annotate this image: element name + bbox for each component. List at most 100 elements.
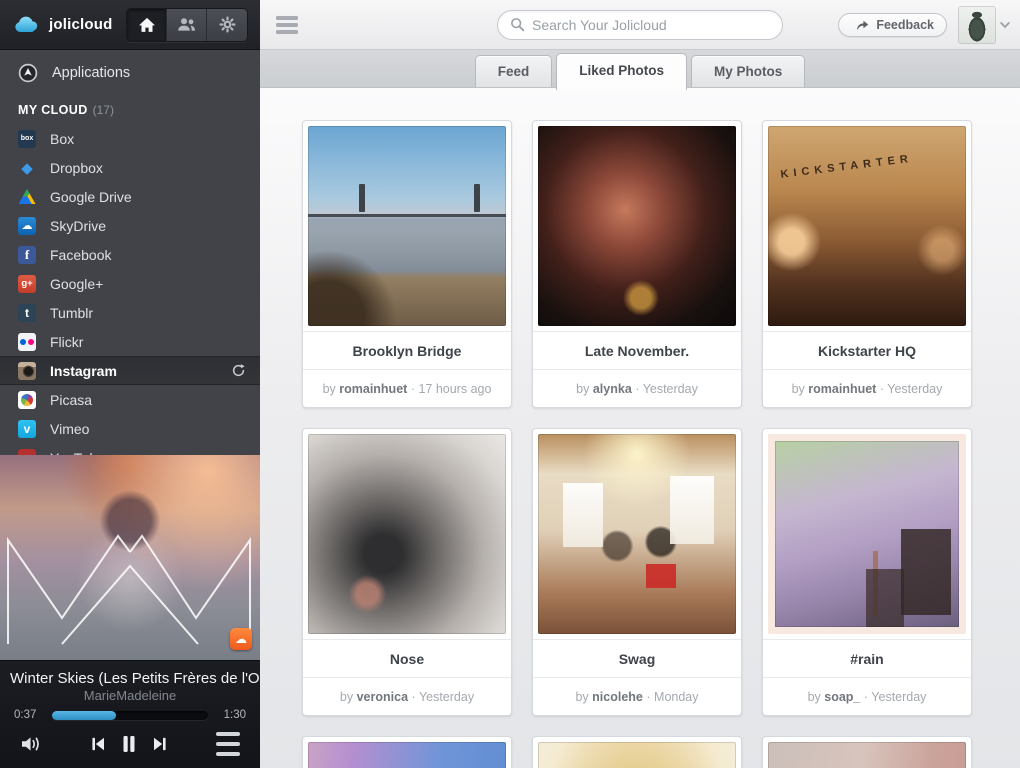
- settings-nav-button[interactable]: [207, 9, 247, 41]
- photo-time: Yesterday: [643, 382, 698, 396]
- seek-bar[interactable]: [52, 711, 208, 720]
- photo-card-partial[interactable]: [302, 736, 512, 768]
- sidebar-topbar: jolicloud: [0, 0, 260, 50]
- people-nav-button[interactable]: [167, 9, 207, 41]
- sidebar-item-picasa[interactable]: Picasa: [0, 385, 260, 414]
- photo-thumbnail: [768, 434, 966, 634]
- photo-row-1: Brooklyn Bridge by romainhuet · 17 hours…: [302, 120, 1020, 408]
- sidebar-item-instagram[interactable]: Instagram: [0, 356, 260, 385]
- photo-byline: by romainhuet · Yesterday: [763, 369, 971, 407]
- feedback-label: Feedback: [876, 18, 934, 32]
- home-nav-button[interactable]: [127, 9, 167, 41]
- sidebar-item-tumblr[interactable]: t Tumblr: [0, 298, 260, 327]
- sidebar-item-label: Google+: [50, 276, 103, 292]
- top-nav-group: [126, 8, 248, 42]
- next-button[interactable]: [152, 736, 168, 752]
- photo-time: Monday: [654, 690, 698, 704]
- feedback-button[interactable]: Feedback: [838, 13, 947, 37]
- sidebar-item-label: Tumblr: [50, 305, 93, 321]
- header-right: Feedback: [838, 7, 1020, 43]
- sidebar-item-label: Flickr: [50, 334, 83, 350]
- soundcloud-badge-icon[interactable]: ☁: [230, 628, 252, 650]
- sidebar-item-label: Facebook: [50, 247, 111, 263]
- bridge-art: [308, 214, 506, 217]
- main-area: Feedback Feed Liked Photos My Photos: [260, 0, 1020, 768]
- tab-liked-photos[interactable]: Liked Photos: [556, 53, 687, 90]
- sidebar-item-vimeo[interactable]: v Vimeo: [0, 414, 260, 443]
- seek-bar-fill: [52, 711, 116, 720]
- sidebar-item-label: Picasa: [50, 392, 92, 408]
- player-controls: [0, 721, 260, 759]
- search-bar: [497, 10, 783, 40]
- photo-card-late-november[interactable]: Late November. by alynka · Yesterday: [532, 120, 742, 408]
- sidebar-item-label: Google Drive: [50, 189, 132, 205]
- photo-time: 17 hours ago: [418, 382, 491, 396]
- skydrive-icon: ☁: [18, 217, 36, 235]
- photo-card-partial[interactable]: [762, 736, 972, 768]
- kickstarter-letters: KICKSTARTER: [780, 147, 958, 181]
- photo-byline: by romainhuet · 17 hours ago: [303, 369, 511, 407]
- search-icon: [510, 17, 525, 32]
- photo-card-brooklyn-bridge[interactable]: Brooklyn Bridge by romainhuet · 17 hours…: [302, 120, 512, 408]
- gear-icon: [219, 16, 236, 33]
- section-count: (17): [93, 103, 114, 117]
- photo-card-swag[interactable]: Swag by nicolehe · Monday: [532, 428, 742, 716]
- photo-card-kickstarter-hq[interactable]: KICKSTARTER Kickstarter HQ by romainhuet…: [762, 120, 972, 408]
- tab-my-photos[interactable]: My Photos: [691, 55, 805, 87]
- tab-strip: Feed Liked Photos My Photos: [260, 50, 1020, 88]
- google-drive-icon: [18, 188, 36, 206]
- chevron-down-icon[interactable]: [1000, 16, 1010, 34]
- photo-user: veronica: [357, 690, 408, 704]
- app-window: jolicloud: [0, 0, 1020, 768]
- googleplus-icon: g+: [18, 275, 36, 293]
- queue-button[interactable]: [216, 729, 240, 759]
- sync-icon[interactable]: [231, 363, 246, 378]
- sidebar-item-google-drive[interactable]: Google Drive: [0, 182, 260, 211]
- photo-title: #rain: [763, 639, 971, 677]
- photo-row-3: [302, 736, 1020, 768]
- album-art: ☁: [0, 455, 260, 660]
- sidebar-item-label: Instagram: [50, 363, 117, 379]
- sidebar-item-dropbox[interactable]: ◆ Dropbox: [0, 153, 260, 182]
- facebook-icon: f: [18, 246, 36, 264]
- volume-button[interactable]: [20, 735, 42, 753]
- search-input[interactable]: [532, 17, 770, 33]
- photo-row-2: Nose by veronica · Yesterday Swag by nic…: [302, 428, 1020, 716]
- photo-card-nose[interactable]: Nose by veronica · Yesterday: [302, 428, 512, 716]
- sidebar-item-skydrive[interactable]: ☁ SkyDrive: [0, 211, 260, 240]
- avatar[interactable]: [959, 7, 995, 43]
- photo-card-rain[interactable]: #rain by soap_ · Yesterday: [762, 428, 972, 716]
- sidebar-item-googleplus[interactable]: g+ Google+: [0, 269, 260, 298]
- photo-user: alynka: [593, 382, 632, 396]
- dropbox-icon: ◆: [18, 159, 36, 177]
- photo-thumbnail: [538, 126, 736, 326]
- tumblr-icon: t: [18, 304, 36, 322]
- photo-user: romainhuet: [339, 382, 407, 396]
- sidebar-item-box[interactable]: box Box: [0, 124, 260, 153]
- sidebar-item-applications[interactable]: Applications: [0, 50, 260, 96]
- sidebar-item-facebook[interactable]: f Facebook: [0, 240, 260, 269]
- photo-grid: Brooklyn Bridge by romainhuet · 17 hours…: [260, 88, 1020, 768]
- sidebar-item-label: Dropbox: [50, 160, 103, 176]
- sidebar-item-label: Applications: [52, 65, 130, 81]
- photo-card-partial[interactable]: [532, 736, 742, 768]
- feedback-arrow-icon: [855, 18, 870, 31]
- bridge-art: [474, 184, 480, 212]
- picasa-icon: [18, 391, 36, 409]
- photo-user: romainhuet: [808, 382, 876, 396]
- flickr-icon: [18, 333, 36, 351]
- transport-controls: [90, 735, 168, 753]
- applications-icon: [18, 63, 38, 83]
- previous-button[interactable]: [90, 736, 106, 752]
- box-icon: box: [18, 130, 36, 148]
- sidebar-item-youtube[interactable]: YouTube: [0, 443, 260, 455]
- tab-feed[interactable]: Feed: [475, 55, 553, 87]
- track-artist: MarieMadeleine: [0, 688, 260, 703]
- people-icon: [177, 17, 196, 32]
- menu-icon[interactable]: [276, 13, 298, 37]
- sidebar-item-label: Box: [50, 131, 74, 147]
- pause-button[interactable]: [122, 735, 136, 753]
- photo-byline: by soap_ · Yesterday: [763, 677, 971, 715]
- photo-title: Late November.: [533, 331, 741, 369]
- sidebar-item-flickr[interactable]: Flickr: [0, 327, 260, 356]
